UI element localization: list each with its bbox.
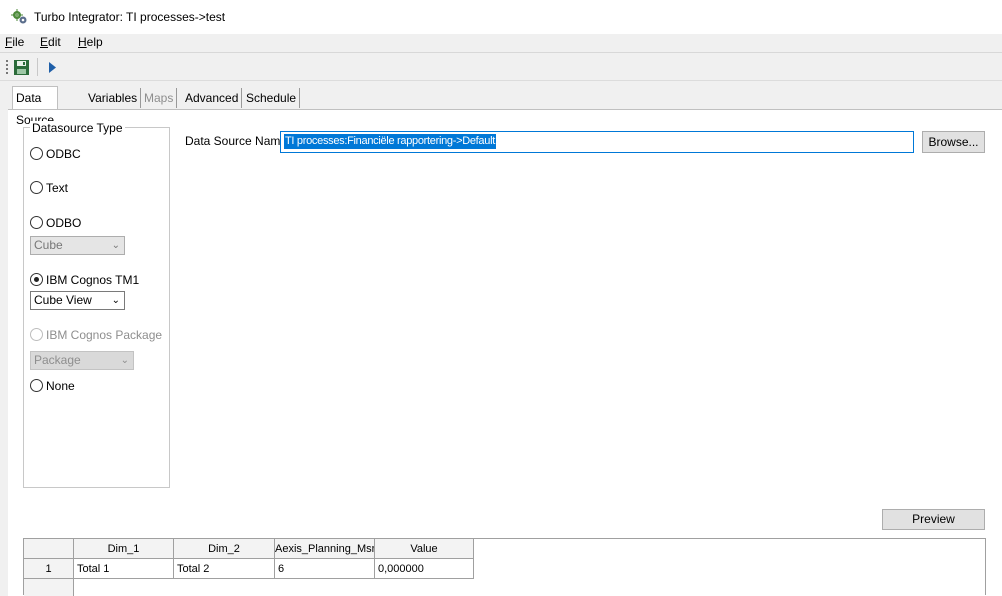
package-select: Package ⌄ <box>30 351 134 370</box>
browse-button[interactable]: Browse... <box>922 131 985 153</box>
grid-column-header[interactable]: Dim_1 <box>74 539 174 559</box>
toolbar-grip[interactable] <box>6 60 8 74</box>
chevron-down-icon: ⌄ <box>111 240 120 251</box>
radio-cognos-package-label: IBM Cognos Package <box>46 328 163 342</box>
package-select-value: Package <box>34 353 81 367</box>
grid-cell[interactable]: 0,000000 <box>375 559 474 579</box>
tab-schedule[interactable]: Schedule <box>243 88 301 108</box>
menu-bar: File Edit Help <box>0 34 1002 52</box>
data-source-name-input[interactable]: TI processes:Financiële rapportering->De… <box>280 131 914 153</box>
radio-odbc-label: ODBC <box>46 147 81 161</box>
radio-none-label: None <box>46 379 75 393</box>
tab-data-source[interactable]: Data Source <box>12 86 59 127</box>
grid-cell[interactable]: 6 <box>275 559 375 579</box>
grid-column-header[interactable]: Value <box>375 539 474 559</box>
menu-file-rest: ile <box>12 35 25 49</box>
radio-tm1[interactable] <box>30 273 43 286</box>
radio-text[interactable] <box>30 181 43 194</box>
radio-cognos-package <box>30 328 43 341</box>
grid-column-header[interactable]: Dim_2 <box>174 539 275 559</box>
radio-tm1-label: IBM Cognos TM1 <box>46 273 140 287</box>
menu-edit[interactable]: Edit <box>40 35 61 49</box>
radio-text-label: Text <box>46 181 69 195</box>
grid-corner <box>24 539 74 559</box>
tab-maps: Maps <box>141 88 178 108</box>
odbo-cube-select: Cube ⌄ <box>30 236 125 255</box>
gears-icon <box>11 9 27 24</box>
datasource-type-legend: Datasource Type <box>30 121 125 135</box>
odbo-cube-select-value: Cube <box>34 238 63 252</box>
radio-odbo-label: ODBO <box>46 216 82 230</box>
chevron-down-icon: ⌄ <box>111 295 120 306</box>
preview-button[interactable]: Preview <box>882 509 985 530</box>
radio-odbc[interactable] <box>30 147 43 160</box>
toolbar-separator <box>37 58 38 76</box>
menu-edit-rest: dit <box>48 35 61 49</box>
data-source-name-value: TI processes:Financiële rapportering->De… <box>284 134 496 149</box>
radio-odbo[interactable] <box>30 216 43 229</box>
chevron-down-icon: ⌄ <box>120 355 129 366</box>
data-source-name-label: Data Source Name: <box>185 134 291 148</box>
tab-variables[interactable]: Variables <box>85 88 142 108</box>
tm1-cube-view-select[interactable]: Cube View ⌄ <box>30 291 125 310</box>
preview-grid: Dim_1 Dim_2 Aexis_Planning_Msr Value 1 T… <box>23 538 986 596</box>
menu-help-rest: elp <box>86 35 103 49</box>
tm1-cube-view-select-value: Cube View <box>34 293 92 307</box>
run-icon[interactable] <box>44 58 60 77</box>
grid-row-header-empty <box>24 579 74 596</box>
grid-row-header[interactable]: 1 <box>24 559 74 579</box>
tab-advanced[interactable]: Advanced <box>182 88 243 108</box>
menu-file[interactable]: File <box>5 35 24 49</box>
grid-cell[interactable]: Total 1 <box>74 559 174 579</box>
radio-none[interactable] <box>30 379 43 392</box>
grid-column-header[interactable]: Aexis_Planning_Msr <box>275 539 375 559</box>
grid-cell[interactable]: Total 2 <box>174 559 275 579</box>
menu-help[interactable]: Help <box>78 35 103 49</box>
toolbar <box>0 53 1002 81</box>
menu-help-mnemonic: H <box>78 35 87 49</box>
window-title: Turbo Integrator: TI processes->test <box>34 10 226 24</box>
save-icon[interactable] <box>12 58 32 77</box>
menu-edit-mnemonic: E <box>40 35 49 49</box>
